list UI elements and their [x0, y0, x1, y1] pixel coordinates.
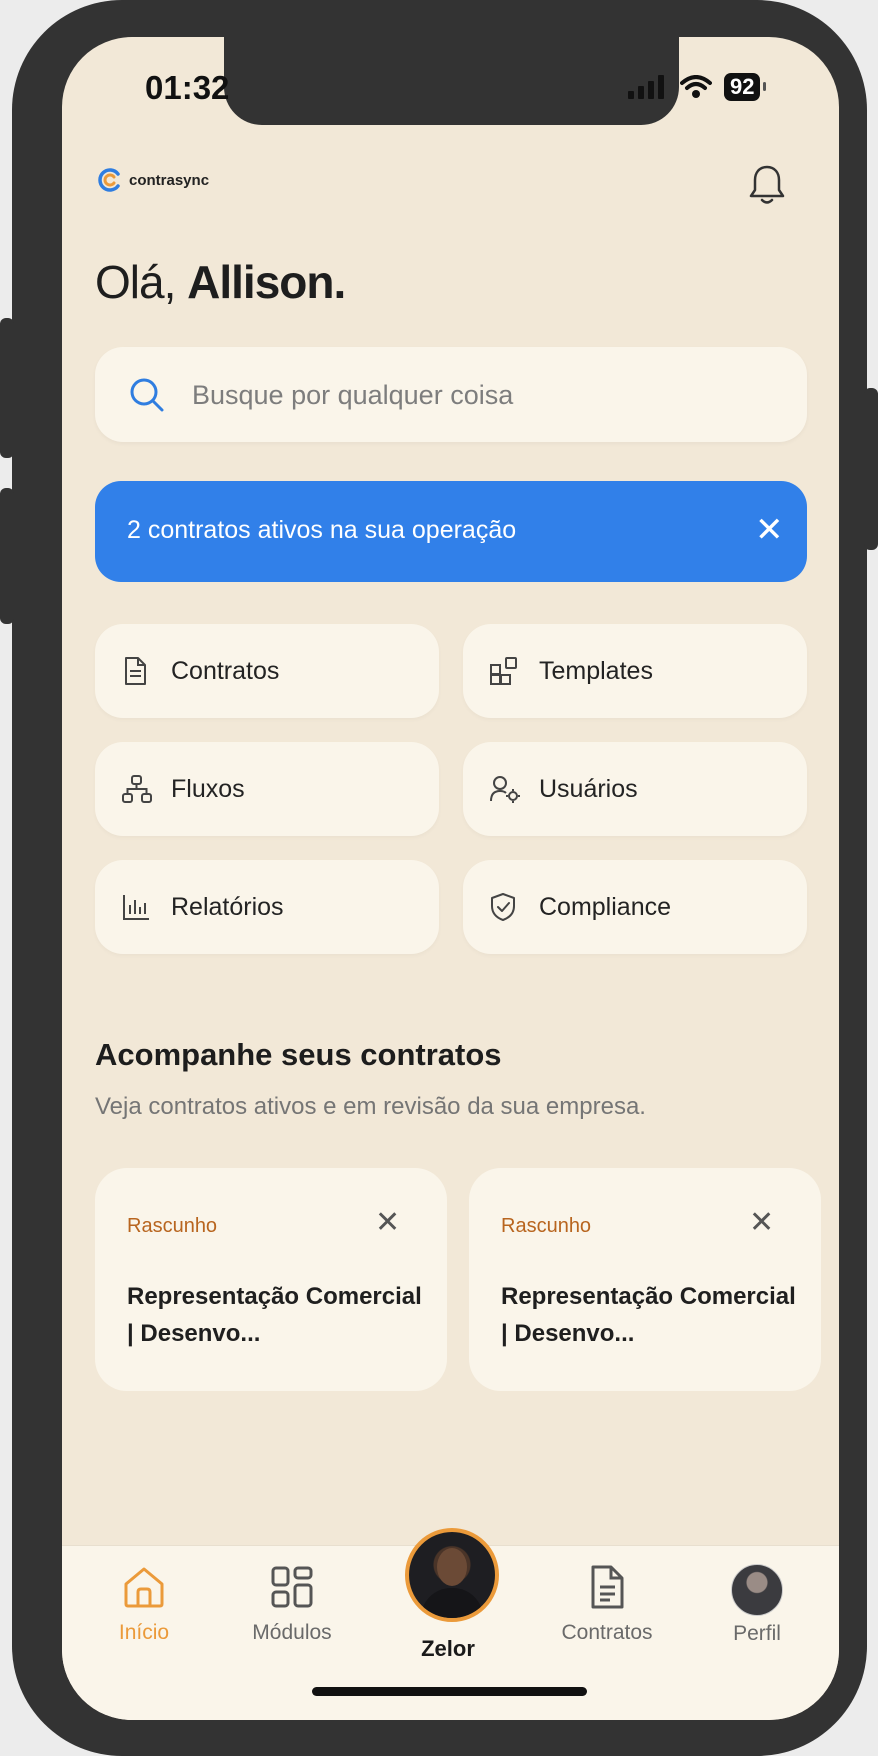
tab-perfil[interactable]: Perfil	[697, 1564, 817, 1646]
active-contracts-banner: 2 contratos ativos na sua operação ✕	[95, 481, 807, 582]
module-label: Usuários	[539, 775, 638, 803]
close-icon[interactable]: ✕	[749, 1208, 774, 1238]
avatar-face	[437, 1548, 467, 1586]
search-bar[interactable]	[95, 347, 807, 442]
document-icon	[125, 657, 146, 685]
home-icon	[124, 1567, 164, 1608]
flow-icon	[122, 775, 152, 803]
document-icon	[591, 1565, 624, 1609]
shield-check-icon	[491, 893, 515, 921]
battery-indicator: 92	[724, 73, 768, 101]
module-label: Fluxos	[171, 775, 245, 803]
contract-title: Representação Comercial | Desenvo...	[127, 1283, 422, 1347]
volume-down-button	[0, 488, 14, 624]
notch	[224, 37, 679, 125]
profile-avatar	[731, 1564, 783, 1616]
close-icon[interactable]: ✕	[755, 513, 784, 547]
power-button	[864, 388, 878, 550]
tab-contratos[interactable]: Contratos	[547, 1564, 667, 1645]
signal-icon	[628, 75, 664, 99]
notifications-button[interactable]	[747, 163, 787, 212]
module-compliance[interactable]: Compliance	[463, 860, 807, 954]
contract-title: Representação Comercial | Desenvo...	[501, 1283, 796, 1347]
banner-text: 2 contratos ativos na sua operação	[127, 516, 517, 544]
search-icon	[130, 378, 164, 412]
status-badge: Rascunho	[501, 1215, 592, 1237]
greeting-prefix: Olá,	[95, 256, 188, 308]
user-name: Allison.	[187, 256, 346, 308]
app-screen: 01:32 92 contrasync Olá, Allison. Busque…	[62, 37, 839, 1720]
section-title: Acompanhe seus contratos	[95, 1037, 502, 1072]
contract-card[interactable]: Rascunho ✕ Representação Comercial | Des…	[95, 1168, 447, 1391]
greeting: Olá, Allison.	[95, 255, 346, 309]
section-subtitle: Veja contratos ativos e em revisão da su…	[95, 1093, 646, 1120]
tab-zelor-label: Zelor	[421, 1636, 475, 1661]
module-usuarios[interactable]: Usuários	[463, 742, 807, 836]
brand-name: contrasync	[129, 171, 210, 189]
status-icons: 92	[628, 73, 768, 101]
bell-icon	[749, 165, 785, 204]
brand-logo: contrasync	[97, 167, 209, 193]
module-label: Contratos	[171, 657, 280, 685]
tab-label: Contratos	[561, 1621, 653, 1644]
chart-icon	[123, 895, 149, 920]
module-contratos[interactable]: Contratos	[95, 624, 439, 718]
close-icon[interactable]: ✕	[375, 1208, 400, 1238]
avatar-body	[421, 1588, 483, 1618]
module-label: Templates	[539, 657, 653, 685]
tab-label: Módulos	[252, 1621, 332, 1644]
phone-frame: 01:32 92 contrasync Olá, Allison. Busque…	[12, 0, 867, 1756]
search-input[interactable]	[190, 369, 774, 421]
tab-label: Perfil	[733, 1622, 781, 1645]
zelor-assistant-avatar[interactable]	[405, 1528, 499, 1622]
module-templates[interactable]: Templates	[463, 624, 807, 718]
wifi-icon	[680, 75, 712, 98]
module-fluxos[interactable]: Fluxos	[95, 742, 439, 836]
templates-icon	[490, 657, 517, 685]
module-label: Relatórios	[171, 893, 284, 921]
module-label: Compliance	[539, 893, 672, 921]
status-time: 01:32	[145, 69, 230, 106]
module-relatorios[interactable]: Relatórios	[95, 860, 439, 954]
user-settings-icon	[490, 776, 520, 803]
contrasync-logo-icon	[98, 168, 120, 192]
contract-card[interactable]: Rascunho ✕ Representação Comercial | Des…	[469, 1168, 821, 1391]
tab-label: Início	[118, 1621, 170, 1644]
grid-icon	[271, 1566, 313, 1608]
home-indicator[interactable]	[312, 1687, 587, 1696]
tab-modulos[interactable]: Módulos	[232, 1564, 352, 1645]
volume-up-button	[0, 318, 14, 458]
status-badge: Rascunho	[127, 1215, 218, 1237]
tab-inicio[interactable]: Início	[84, 1564, 204, 1645]
